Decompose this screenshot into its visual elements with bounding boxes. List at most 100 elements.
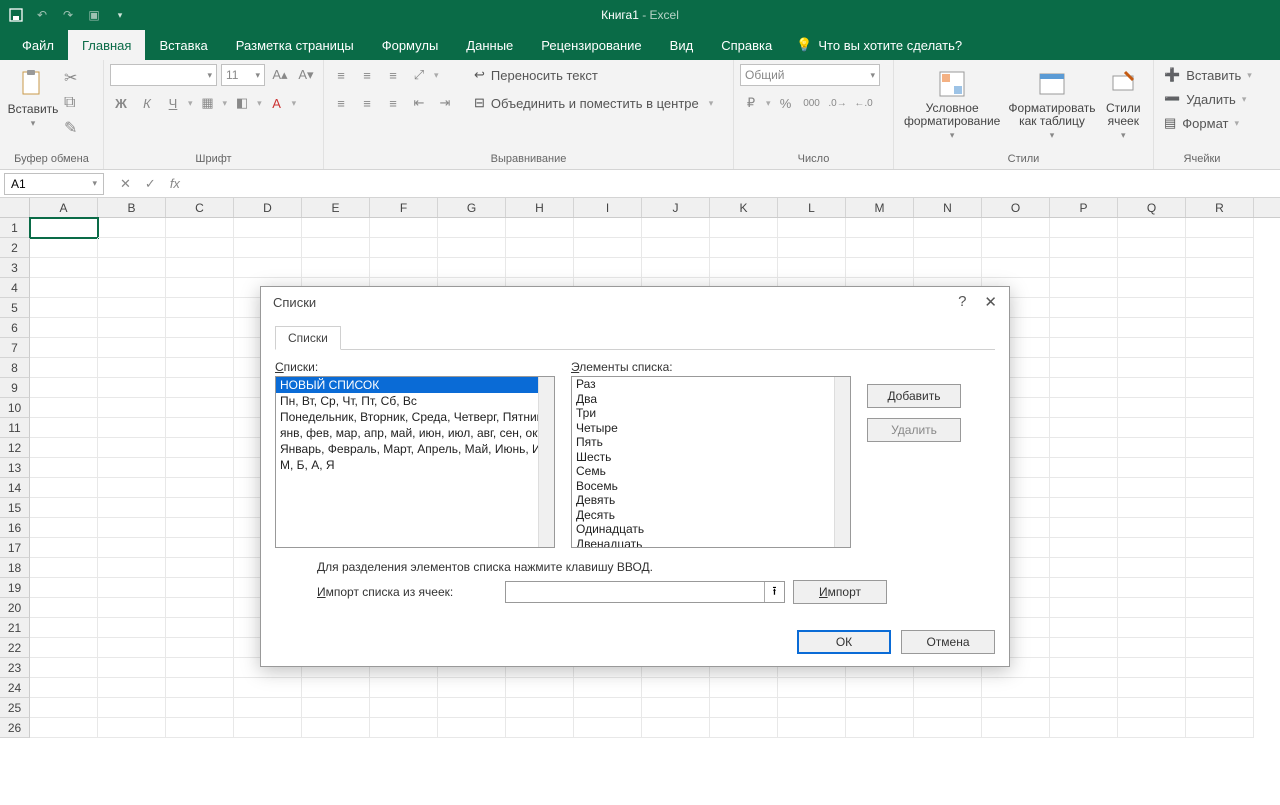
column-header[interactable]: E (302, 198, 370, 217)
row-header[interactable]: 1 (0, 218, 30, 238)
cell[interactable] (1186, 638, 1254, 658)
cell[interactable] (1118, 298, 1186, 318)
tab-review[interactable]: Рецензирование (527, 30, 655, 60)
row-header[interactable]: 19 (0, 578, 30, 598)
borders-icon[interactable]: ▦ (197, 92, 219, 114)
cell[interactable] (1050, 218, 1118, 238)
row-header[interactable]: 2 (0, 238, 30, 258)
cell[interactable] (30, 518, 98, 538)
cell[interactable] (642, 258, 710, 278)
cell[interactable] (98, 298, 166, 318)
format-cells-button[interactable]: ▤Формат▾ (1160, 112, 1243, 134)
cell[interactable] (30, 718, 98, 738)
cell[interactable] (234, 238, 302, 258)
cell[interactable] (846, 698, 914, 718)
cell[interactable] (1050, 458, 1118, 478)
bold-button[interactable]: Ж (110, 92, 132, 114)
cell[interactable] (370, 678, 438, 698)
cell[interactable] (1050, 698, 1118, 718)
cell[interactable] (1050, 418, 1118, 438)
cell[interactable] (166, 478, 234, 498)
row-header[interactable]: 4 (0, 278, 30, 298)
cell[interactable] (234, 678, 302, 698)
cell[interactable] (166, 378, 234, 398)
cell[interactable] (1118, 418, 1186, 438)
cell[interactable] (982, 258, 1050, 278)
cell[interactable] (30, 418, 98, 438)
cell[interactable] (98, 478, 166, 498)
list-entries-textbox[interactable]: РазДваТриЧетыреПятьШестьСемьВосемьДевять… (571, 376, 851, 548)
qat-dropdown-icon[interactable]: ▾ (112, 7, 128, 23)
decrease-font-icon[interactable]: A▾ (295, 64, 317, 86)
cell[interactable] (1050, 498, 1118, 518)
column-header[interactable]: O (982, 198, 1050, 217)
column-header[interactable]: J (642, 198, 710, 217)
cell[interactable] (98, 618, 166, 638)
cell[interactable] (1118, 518, 1186, 538)
align-center-icon[interactable]: ≡ (356, 92, 378, 114)
cell[interactable] (506, 238, 574, 258)
italic-button[interactable]: К (136, 92, 158, 114)
cell[interactable] (1186, 578, 1254, 598)
cell[interactable] (166, 638, 234, 658)
tab-view[interactable]: Вид (656, 30, 708, 60)
cell[interactable] (30, 218, 98, 238)
cell[interactable] (1186, 418, 1254, 438)
cell[interactable] (642, 678, 710, 698)
cell[interactable] (574, 258, 642, 278)
cell[interactable] (1186, 338, 1254, 358)
cell[interactable] (1186, 398, 1254, 418)
cell[interactable] (30, 318, 98, 338)
cell[interactable] (30, 458, 98, 478)
row-header[interactable]: 23 (0, 658, 30, 678)
cell[interactable] (166, 438, 234, 458)
comma-icon[interactable]: 000 (801, 92, 823, 114)
fill-color-icon[interactable]: ◧ (231, 92, 253, 114)
cell[interactable] (438, 238, 506, 258)
cell[interactable] (30, 698, 98, 718)
cell[interactable] (1118, 638, 1186, 658)
cell[interactable] (1050, 258, 1118, 278)
cell[interactable] (914, 258, 982, 278)
cell[interactable] (1118, 698, 1186, 718)
cell[interactable] (30, 258, 98, 278)
list-item[interactable]: НОВЫЙ СПИСОК (276, 377, 554, 393)
cell[interactable] (302, 698, 370, 718)
cell[interactable] (1050, 578, 1118, 598)
align-right-icon[interactable]: ≡ (382, 92, 404, 114)
cell[interactable] (710, 698, 778, 718)
tab-formulas[interactable]: Формулы (368, 30, 453, 60)
cell[interactable] (98, 678, 166, 698)
paste-button[interactable]: Вставить ▾ (6, 64, 60, 129)
cell[interactable] (166, 618, 234, 638)
cell[interactable] (778, 678, 846, 698)
align-middle-icon[interactable]: ≡ (356, 64, 378, 86)
cut-icon[interactable]: ✂ (64, 68, 77, 88)
row-header[interactable]: 11 (0, 418, 30, 438)
custom-lists-listbox[interactable]: НОВЫЙ СПИСОКПн, Вт, Ср, Чт, Пт, Сб, ВсПо… (275, 376, 555, 548)
fx-icon[interactable]: fx (170, 176, 180, 191)
cell[interactable] (1186, 358, 1254, 378)
cell[interactable] (1050, 478, 1118, 498)
cell[interactable] (1186, 258, 1254, 278)
cell[interactable] (846, 718, 914, 738)
cell[interactable] (166, 498, 234, 518)
cell[interactable] (1118, 398, 1186, 418)
cell[interactable] (710, 218, 778, 238)
cell[interactable] (1186, 298, 1254, 318)
cell[interactable] (1186, 558, 1254, 578)
row-header[interactable]: 15 (0, 498, 30, 518)
cell[interactable] (30, 358, 98, 378)
import-range-input[interactable]: ⭱ (505, 581, 785, 603)
font-color-icon[interactable]: A (266, 92, 288, 114)
cell[interactable] (1050, 298, 1118, 318)
cell[interactable] (1186, 678, 1254, 698)
cell[interactable] (846, 238, 914, 258)
format-painter-icon[interactable]: ✎ (64, 118, 77, 138)
increase-decimal-icon[interactable]: .0→ (827, 92, 849, 114)
row-header[interactable]: 17 (0, 538, 30, 558)
font-name-combo[interactable]: ▾ (110, 64, 217, 86)
row-header[interactable]: 8 (0, 358, 30, 378)
cell[interactable] (1050, 378, 1118, 398)
cell[interactable] (574, 238, 642, 258)
